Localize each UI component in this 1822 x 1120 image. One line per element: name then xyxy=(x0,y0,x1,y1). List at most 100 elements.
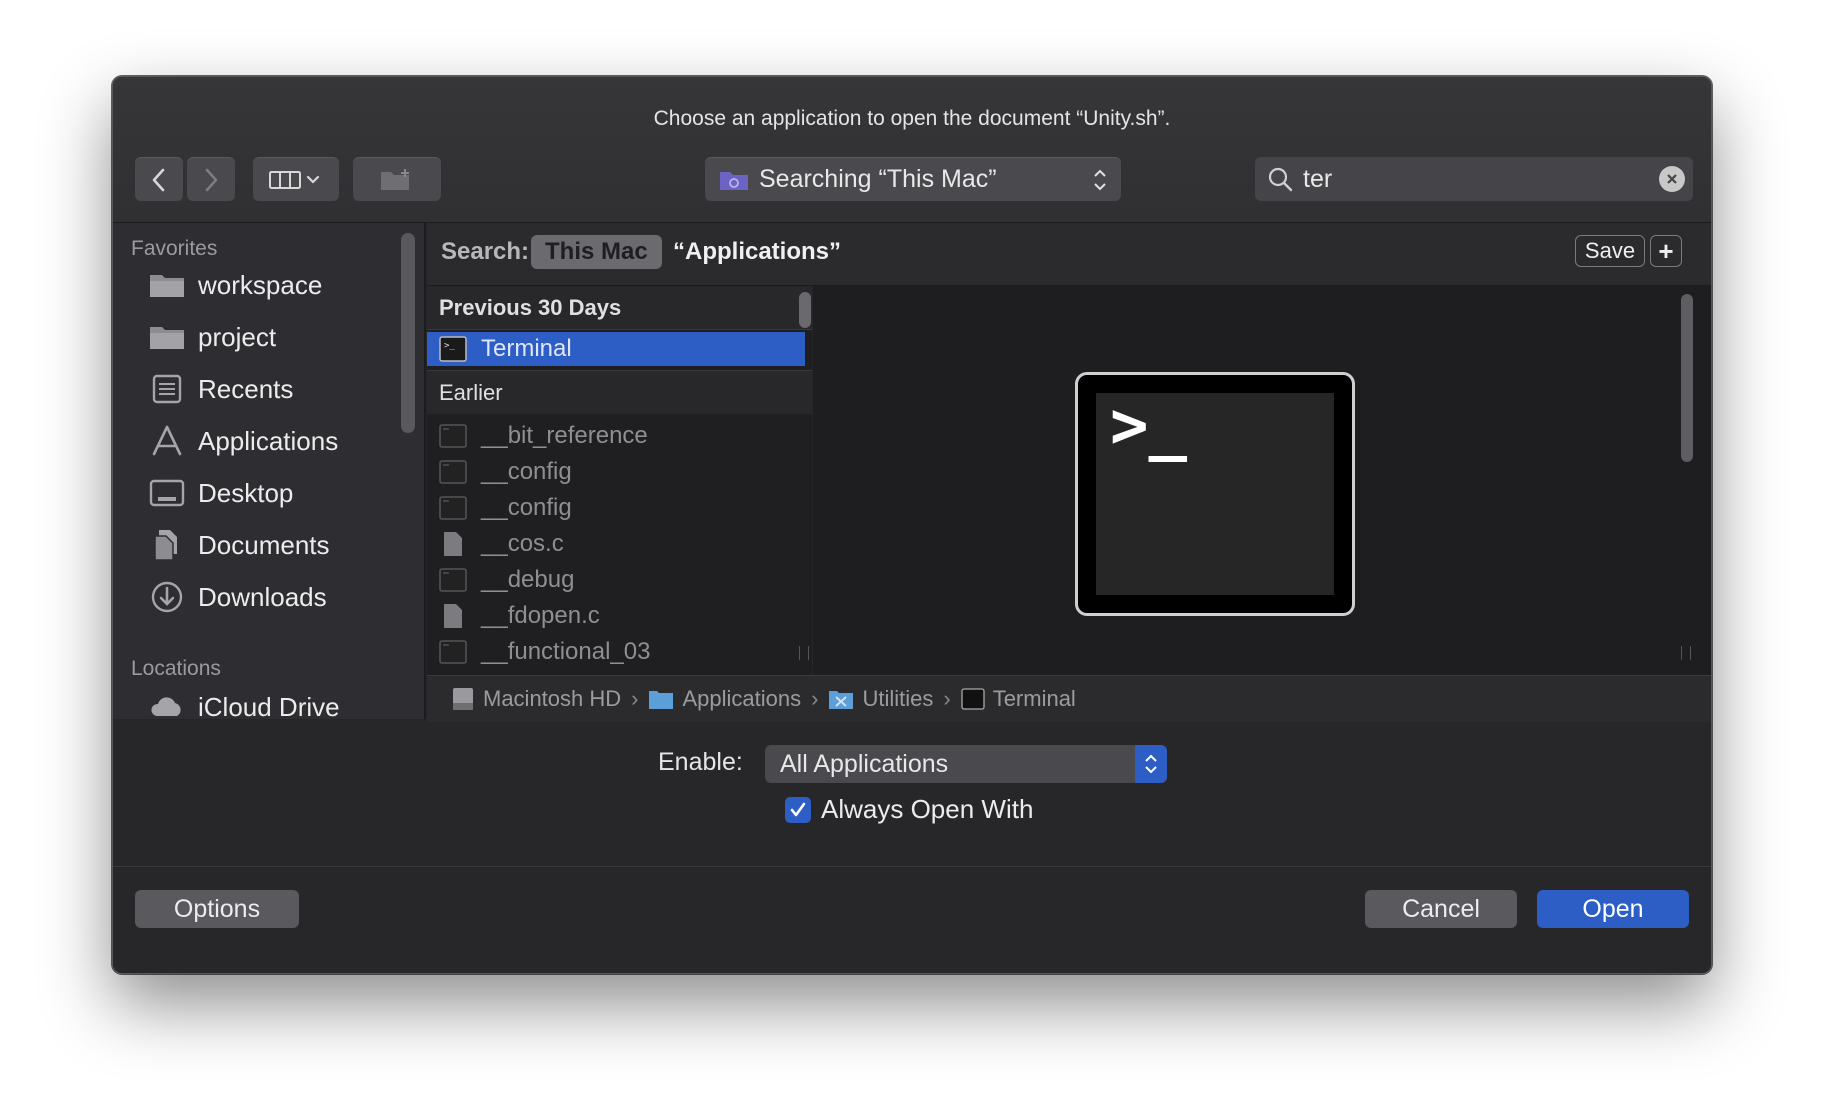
list-item[interactable]: __bit_reference xyxy=(427,418,807,454)
list-item-label: Terminal xyxy=(481,335,572,362)
checkbox-label: Always Open With xyxy=(821,794,1034,824)
popup-stepper xyxy=(1135,745,1167,783)
sidebar-item-label: Applications xyxy=(198,425,339,456)
cancel-button[interactable]: Cancel xyxy=(1365,890,1517,928)
list-item[interactable]: __debug xyxy=(427,562,807,598)
executable-icon xyxy=(439,423,467,449)
smart-folder-icon xyxy=(720,171,748,190)
sidebar-item-desktop[interactable]: Desktop xyxy=(148,473,293,513)
sidebar-item-project[interactable]: project xyxy=(148,317,276,357)
dialog-title: Choose an application to open the docume… xyxy=(653,107,1171,130)
scope-this-mac-button[interactable]: This Mac xyxy=(531,235,662,269)
group-header-recent: Previous 30 Days xyxy=(427,286,812,330)
sidebar-item-recents[interactable]: Recents xyxy=(148,369,293,409)
results-scroll-thumb[interactable] xyxy=(799,292,811,328)
documents-icon xyxy=(148,528,186,562)
checkmark-icon xyxy=(790,802,806,816)
desktop-icon xyxy=(148,476,186,510)
location-label: Searching “This Mac” xyxy=(759,165,997,193)
path-segment-label: Applications xyxy=(682,686,802,711)
utilities-folder-icon xyxy=(829,691,854,709)
save-search-button[interactable]: Save xyxy=(1575,235,1645,267)
sidebar-item-downloads[interactable]: Downloads xyxy=(148,577,327,617)
path-segment-applications[interactable]: Applications xyxy=(648,686,801,712)
sidebar: Favorites workspace project Recents Appl… xyxy=(113,223,426,719)
document-icon xyxy=(439,603,467,629)
list-item[interactable]: __functional_03 xyxy=(427,634,807,670)
list-item-label: __fdopen.c xyxy=(481,602,600,629)
sidebar-item-label: Recents xyxy=(198,373,294,404)
list-item[interactable]: __config xyxy=(427,490,807,526)
search-field[interactable]: ter xyxy=(1255,157,1693,201)
chevron-right-icon xyxy=(205,168,218,191)
list-item[interactable]: __cos.c xyxy=(427,526,807,562)
footer-divider xyxy=(113,866,1711,867)
results-list: Previous 30 Days >_ Terminal Earlier __b… xyxy=(427,286,812,676)
enable-popup[interactable]: All Applications xyxy=(765,745,1167,783)
options-button[interactable]: Options xyxy=(135,890,299,928)
document-icon xyxy=(439,531,467,557)
folder-icon xyxy=(148,268,186,302)
path-segment-label: Terminal xyxy=(992,686,1076,711)
preview-resize-handle[interactable] xyxy=(1681,646,1691,660)
downloads-icon xyxy=(148,580,186,614)
scope-applications-button[interactable]: “Applications” xyxy=(673,238,841,266)
back-button[interactable] xyxy=(135,157,183,201)
sidebar-item-label: workspace xyxy=(198,269,323,300)
preview-pane: >_ xyxy=(813,286,1711,676)
recents-icon xyxy=(148,372,186,406)
executable-icon xyxy=(439,459,467,485)
sidebar-item-label: iCloud Drive xyxy=(198,691,340,720)
sidebar-item-documents[interactable]: Documents xyxy=(148,525,330,565)
list-item-label: __config xyxy=(481,458,572,485)
options-area: Enable: All Applications Always Open Wit… xyxy=(113,722,1711,973)
forward-button[interactable] xyxy=(187,157,235,201)
path-segment-label: Macintosh HD xyxy=(483,686,622,711)
list-item[interactable]: __config xyxy=(427,454,807,490)
chevron-right-icon: › xyxy=(811,686,819,711)
sidebar-scrollbar[interactable] xyxy=(401,233,415,433)
path-bar: Macintosh HD › Applications › Utilities … xyxy=(427,675,1711,723)
svg-text:>_: >_ xyxy=(444,341,455,351)
enable-label: Enable: xyxy=(658,748,743,776)
preview-scrollbar[interactable] xyxy=(1681,294,1693,462)
path-segment-terminal[interactable]: Terminal xyxy=(961,686,1076,712)
list-item-terminal-selected[interactable]: >_ Terminal xyxy=(427,332,805,366)
updown-chevron-icon xyxy=(1094,169,1106,191)
sidebar-item-workspace[interactable]: workspace xyxy=(148,265,322,305)
sidebar-item-applications[interactable]: Applications xyxy=(148,421,338,461)
sidebar-item-label: Desktop xyxy=(198,477,294,508)
view-mode-button[interactable] xyxy=(253,157,339,201)
checkbox-box[interactable] xyxy=(785,796,811,823)
path-segment-utilities[interactable]: Utilities xyxy=(828,686,933,712)
chevron-left-icon xyxy=(152,168,165,191)
sidebar-item-label: Downloads xyxy=(198,581,327,612)
executable-icon xyxy=(439,567,467,593)
column-view-icon xyxy=(269,170,320,189)
dialog-toolbar: Choose an application to open the docume… xyxy=(113,77,1711,223)
add-criteria-button[interactable]: + xyxy=(1650,235,1682,267)
always-open-with-checkbox[interactable]: Always Open With xyxy=(785,794,1033,825)
sidebar-item-label: project xyxy=(198,321,277,352)
list-item-label: __functional_03 xyxy=(481,638,651,665)
hard-drive-icon xyxy=(453,688,473,710)
new-folder-button[interactable] xyxy=(353,157,441,201)
list-item[interactable]: __fdopen.c xyxy=(427,598,807,634)
path-segment-macintosh-hd[interactable]: Macintosh HD xyxy=(451,686,621,712)
open-with-dialog: Choose an application to open the docume… xyxy=(112,76,1712,974)
sidebar-item-icloud-drive[interactable]: iCloud Drive xyxy=(148,687,340,719)
chevron-right-icon: › xyxy=(943,686,951,711)
list-item-label: __bit_reference xyxy=(481,422,648,449)
folder-icon xyxy=(148,320,186,354)
sidebar-divider[interactable] xyxy=(424,223,426,719)
location-popup[interactable]: Searching “This Mac” xyxy=(705,157,1121,201)
open-button[interactable]: Open xyxy=(1537,890,1689,928)
sidebar-heading-favorites: Favorites xyxy=(131,237,218,260)
search-icon xyxy=(1268,167,1293,192)
terminal-icon: >_ xyxy=(439,336,467,362)
clear-search-button[interactable] xyxy=(1659,166,1685,192)
search-input[interactable]: ter xyxy=(1303,165,1332,194)
column-resize-handle[interactable] xyxy=(799,646,809,660)
list-item-label: __debug xyxy=(481,566,575,593)
terminal-app-icon: >_ xyxy=(1075,372,1355,616)
